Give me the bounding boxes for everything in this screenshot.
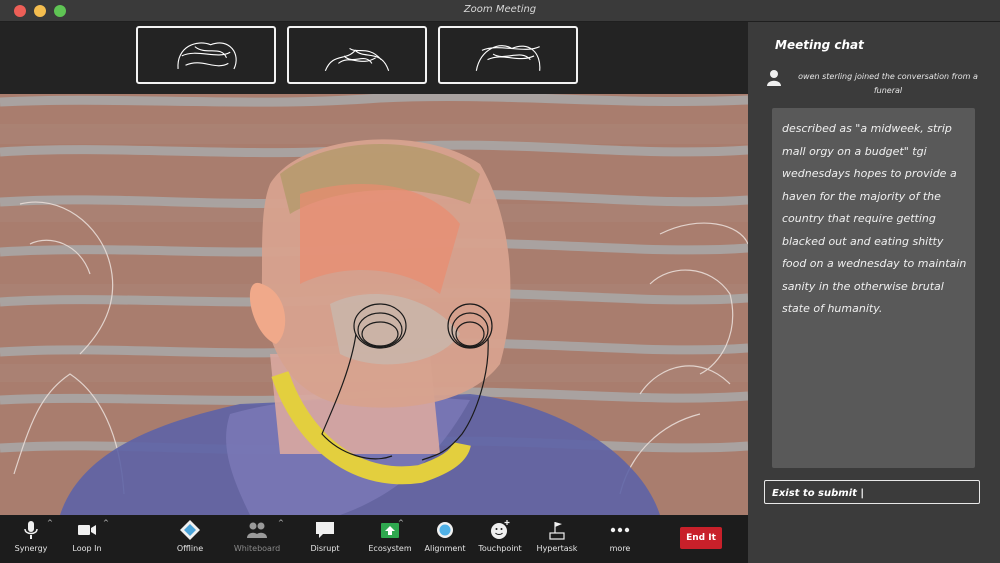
ellipsis-icon: [609, 519, 631, 541]
flag-icon: [546, 519, 568, 541]
participant-thumbnail[interactable]: [136, 26, 276, 84]
touchpoint-button[interactable]: Touchpoint: [469, 519, 531, 561]
hypertask-label: Hypertask: [536, 544, 578, 553]
circle-icon: [434, 519, 456, 541]
whiteboard-label: Whiteboard: [233, 544, 281, 553]
end-meeting-button[interactable]: End It: [680, 527, 722, 549]
video-area: [0, 22, 748, 515]
chat-panel: Meeting chat owen sterling joined the co…: [748, 22, 1000, 563]
alignment-label: Alignment: [424, 544, 466, 553]
whiteboard-options-caret[interactable]: ^: [278, 519, 284, 527]
chat-title: Meeting chat: [775, 38, 864, 52]
touchpoint-label: Touchpoint: [478, 544, 522, 553]
speech-bubble-icon: [314, 519, 336, 541]
participant-thumbnail-strip: [0, 22, 748, 94]
chat-input-box[interactable]: [764, 480, 980, 505]
participant-thumbnail[interactable]: [287, 26, 427, 84]
disrupt-button[interactable]: Disrupt: [294, 519, 356, 561]
synergy-label: Synergy: [14, 544, 48, 553]
join-notice-text: owen sterling joined the conversation fr…: [798, 72, 978, 95]
alignment-button[interactable]: Alignment: [414, 519, 476, 561]
microphone-icon: [20, 519, 42, 541]
loop-in-options-caret[interactable]: ^: [103, 519, 109, 527]
camera-icon: [76, 519, 98, 541]
window-title: Zoom Meeting: [463, 4, 537, 15]
main-video-feed: [0, 94, 748, 515]
people-icon: [246, 519, 268, 541]
join-notice: owen sterling joined the conversation fr…: [762, 68, 992, 100]
chat-message-text: described as "a midweek, strip mall orgy…: [782, 122, 967, 315]
offline-label: Offline: [176, 544, 204, 553]
smiley-plus-icon: [489, 519, 511, 541]
participant-thumbnail[interactable]: [438, 26, 578, 84]
more-button[interactable]: more: [589, 519, 651, 561]
loop-in-label: Loop In: [72, 544, 102, 553]
hypertask-button[interactable]: Hypertask: [526, 519, 588, 561]
disrupt-label: Disrupt: [310, 544, 340, 553]
meeting-toolbar: Synergy ^ Loop In ^ Offline Whiteboard ^…: [0, 515, 748, 563]
more-label: more: [609, 544, 631, 553]
ecosystem-options-caret[interactable]: ^: [398, 519, 404, 527]
ecosystem-label: Ecosystem: [368, 544, 412, 553]
chat-message: described as "a midweek, strip mall orgy…: [772, 108, 975, 468]
title-bar: Zoom Meeting: [0, 0, 1000, 22]
ecosystem-button[interactable]: Ecosystem: [359, 519, 421, 561]
user-icon: [766, 69, 782, 87]
diamond-icon: [179, 519, 201, 541]
synergy-options-caret[interactable]: ^: [47, 519, 53, 527]
speaker-video-image: [0, 94, 748, 515]
chat-input[interactable]: [765, 482, 979, 505]
offline-button[interactable]: Offline: [159, 519, 221, 561]
